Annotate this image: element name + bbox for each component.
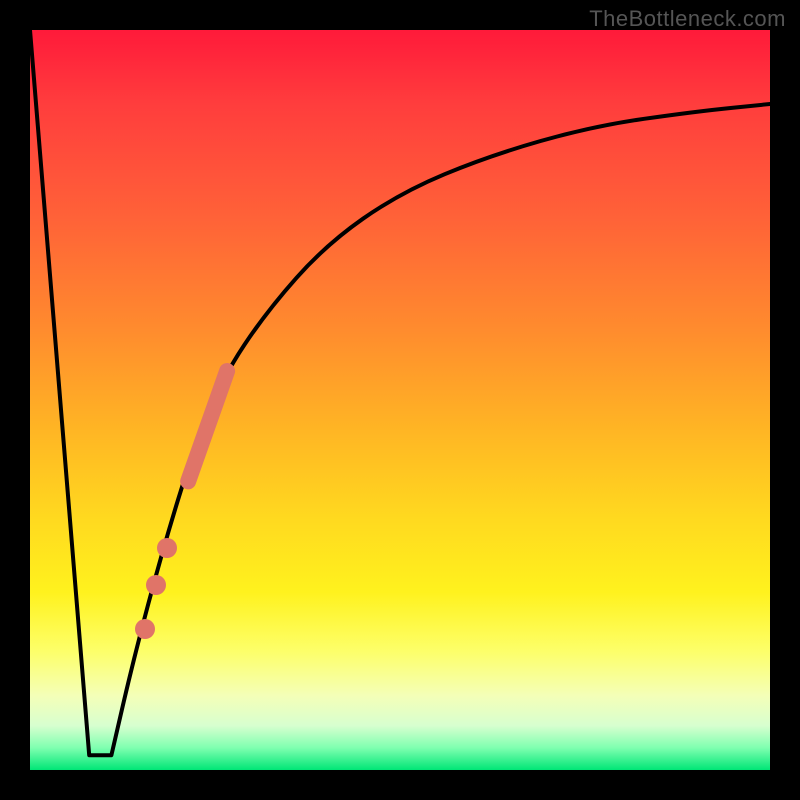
highlight-dot-3: [135, 619, 155, 639]
curve-path: [30, 30, 770, 755]
plot-area: [30, 30, 770, 770]
highlight-dot-2: [146, 575, 166, 595]
highlight-dot-1: [157, 538, 177, 558]
bottleneck-curve: [30, 30, 770, 770]
watermark-text: TheBottleneck.com: [589, 6, 786, 32]
chart-frame: TheBottleneck.com: [0, 0, 800, 800]
